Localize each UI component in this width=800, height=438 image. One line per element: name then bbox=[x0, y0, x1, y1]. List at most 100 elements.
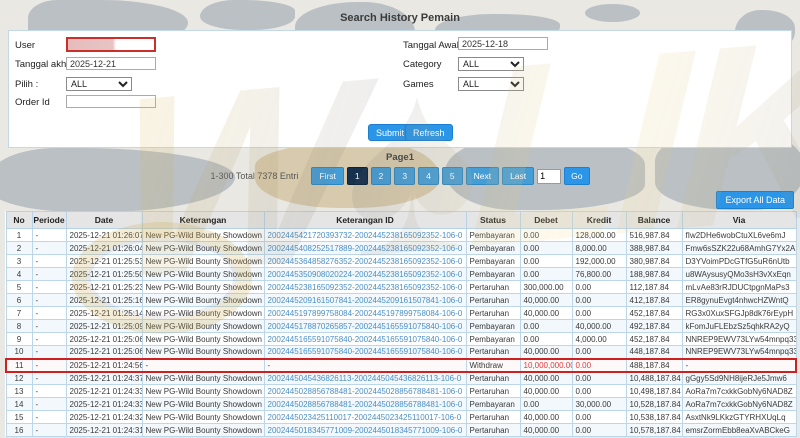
cell-debet: 40,000.00 bbox=[519, 384, 573, 398]
page-button-1[interactable]: 1 bbox=[346, 167, 368, 185]
col-header-status: Status bbox=[465, 211, 521, 229]
cell-debet: 300,000.00 bbox=[519, 280, 573, 294]
order-id-input[interactable] bbox=[66, 95, 156, 108]
cell-debet: 0.00 bbox=[519, 332, 573, 346]
cell-keterangan: New PG-Wild Bounty Showdown bbox=[141, 306, 265, 320]
cell-debet: 40,000.00 bbox=[519, 410, 573, 424]
cell-debet: 40,000.00 bbox=[519, 371, 573, 385]
cell-keterangan-id[interactable]: 2002445350908020224-2002445238165092352-… bbox=[263, 267, 467, 281]
user-input[interactable] bbox=[66, 37, 156, 52]
cell-keterangan-id[interactable]: 2002445178870265857-2002445165591075840-… bbox=[263, 319, 467, 333]
cell-debet: 40,000.00 bbox=[519, 345, 573, 359]
tanggal-awal-label: Tanggal Awal bbox=[403, 40, 459, 51]
cell-date: 2025-12-21 01:24:31 bbox=[65, 423, 143, 437]
page-button-4[interactable]: 4 bbox=[418, 167, 439, 185]
cell-date: 2025-12-21 01:26:04 bbox=[65, 241, 143, 255]
table-row: 1-2025-12-21 01:26:07 New PG-Wild Bounty … bbox=[5, 228, 797, 242]
cell-keterangan-id[interactable]: 2002445238165092352-2002445238165092352-… bbox=[263, 280, 467, 294]
table-row: 9-2025-12-21 01:25:06 New PG-Wild Bounty … bbox=[5, 332, 797, 346]
cell-status: Pertaruhan bbox=[465, 306, 521, 320]
pagination-bar: 1-300 Total 7378 Entri First 1 2 3 4 5 Next Las… bbox=[0, 167, 800, 185]
cell-via: mLvAe83rRJDUCtpgnMaPs3 bbox=[681, 280, 797, 294]
col-header-kredit: Kredit bbox=[571, 211, 627, 229]
cell-no: 2 bbox=[5, 241, 33, 255]
games-select[interactable]: ALL bbox=[458, 77, 524, 91]
cell-debet: 0.00 bbox=[519, 267, 573, 281]
tanggal-akhir-input[interactable] bbox=[66, 57, 156, 70]
cell-debet: 0.00 bbox=[519, 228, 573, 242]
cell-status: Pertaruhan bbox=[465, 423, 521, 437]
order-id-label: Order Id bbox=[15, 97, 50, 108]
pilih-label: Pilih : bbox=[15, 79, 39, 90]
cell-via: RG3x0XuxSFGJp8dk76rEypH bbox=[681, 306, 797, 320]
cell-kredit: 0.00 bbox=[571, 423, 627, 437]
cell-keterangan: New PG-Wild Bounty Showdown bbox=[141, 254, 265, 268]
cell-periode: - bbox=[31, 319, 67, 333]
cell-debet: 0.00 bbox=[519, 241, 573, 255]
cell-status: Pertaruhan bbox=[465, 293, 521, 307]
cell-via: kFomJuFLEbzSz5qhkRA2yQ bbox=[681, 319, 797, 333]
cell-balance: 488,187.84 bbox=[625, 357, 683, 373]
cell-balance: 452,187.84 bbox=[625, 332, 683, 346]
cell-keterangan: New PG-Wild Bounty Showdown bbox=[141, 410, 265, 424]
cell-keterangan-id[interactable]: 2002445421720393732-2002445238165092352-… bbox=[263, 228, 467, 242]
goto-page-input[interactable] bbox=[537, 168, 562, 184]
refresh-button[interactable]: Refresh bbox=[405, 124, 453, 141]
page-button-first[interactable]: First bbox=[311, 167, 344, 185]
cell-keterangan-id[interactable]: 2002445165591075840-2002445165591075840-… bbox=[263, 345, 467, 359]
cell-keterangan-id[interactable]: 2002445028856788481-2002445028856788481-… bbox=[263, 384, 467, 398]
table-row: 5-2025-12-21 01:25:23 New PG-Wild Bounty … bbox=[5, 280, 797, 294]
cell-no: 14 bbox=[5, 397, 33, 411]
cell-keterangan-id[interactable]: 2002445408252517889-2002445238165092352-… bbox=[263, 241, 467, 255]
cell-date: 2025-12-21 01:25:50 bbox=[65, 267, 143, 281]
page-button-5[interactable]: 5 bbox=[441, 167, 463, 185]
cell-via: NNREP9EWV73LYw54mnpq33 bbox=[681, 332, 797, 346]
cell-kredit: 30,000.00 bbox=[571, 397, 627, 411]
cell-kredit: 0.00 bbox=[571, 384, 627, 398]
cell-no: 11 bbox=[5, 357, 33, 373]
export-all-data-button[interactable]: Export All Data bbox=[716, 191, 794, 209]
tanggal-awal-input[interactable] bbox=[458, 37, 548, 50]
cell-keterangan-id[interactable]: 2002445018345771009-2002445018345771009-… bbox=[263, 423, 467, 437]
cell-keterangan-id[interactable]: 2002445023425110017-2002445023425110017-… bbox=[263, 410, 467, 424]
search-form-panel: User Tanggal akhir Pilih : ALL Order Id … bbox=[8, 30, 792, 148]
table-row: 14-2025-12-21 01:24:33 New PG-Wild Bounty… bbox=[5, 397, 797, 411]
pilih-select[interactable]: ALL bbox=[66, 77, 132, 91]
cell-keterangan: New PG-Wild Bounty Showdown bbox=[141, 293, 265, 307]
page-button-2[interactable]: 2 bbox=[370, 167, 392, 185]
cell-keterangan-id[interactable]: 2002445197899758084-2002445197899758084-… bbox=[263, 306, 467, 320]
cell-keterangan-id[interactable]: 2002445045436826113-2002445045436826113-… bbox=[263, 371, 467, 385]
cell-kredit: 0.00 bbox=[571, 371, 627, 385]
cell-date: 2025-12-21 01:25:23 bbox=[65, 280, 143, 294]
table-row: 10-2025-12-21 01:25:06 New PG-Wild Bounty… bbox=[5, 345, 797, 359]
cell-kredit: 4,000.00 bbox=[571, 332, 627, 346]
cell-via: gGgy5Sd9NH8ijeRJe5Jmw6 bbox=[681, 371, 797, 385]
cell-keterangan: New PG-Wild Bounty Showdown bbox=[141, 228, 265, 242]
cell-no: 9 bbox=[5, 332, 33, 346]
go-button[interactable]: Go bbox=[564, 167, 590, 185]
page-button-last[interactable]: Last bbox=[502, 167, 535, 185]
table-row: 12-2025-12-21 01:24:37 New PG-Wild Bounty… bbox=[5, 371, 797, 385]
cell-keterangan: New PG-Wild Bounty Showdown bbox=[141, 332, 265, 346]
cell-debet: 0.00 bbox=[519, 397, 573, 411]
cell-debet: 0.00 bbox=[519, 319, 573, 333]
page-button-3[interactable]: 3 bbox=[394, 167, 416, 185]
cell-keterangan-id[interactable]: 2002445364858276352-2002445238165092352-… bbox=[263, 254, 467, 268]
cell-periode: - bbox=[31, 397, 67, 411]
cell-via: NNREP9EWV73LYw54mnpq33 bbox=[681, 345, 797, 359]
cell-via: u8WAysusyQMo3sH3vXxEqn bbox=[681, 267, 797, 281]
cell-keterangan-id[interactable]: 2002445209161507841-2002445209161507841-… bbox=[263, 293, 467, 307]
table-row: 7-2025-12-21 01:25:14 New PG-Wild Bounty … bbox=[5, 306, 797, 320]
category-select[interactable]: ALL bbox=[458, 57, 524, 71]
cell-keterangan-id[interactable]: 2002445028856788481-2002445028856788481-… bbox=[263, 397, 467, 411]
cell-keterangan: New PG-Wild Bounty Showdown bbox=[141, 241, 265, 255]
page-button-next[interactable]: Next bbox=[465, 167, 500, 185]
tanggal-akhir-label: Tanggal akhir bbox=[15, 59, 72, 70]
col-header-no: No bbox=[5, 211, 33, 229]
cell-status: Pembayaran bbox=[465, 332, 521, 346]
table-row: 13-2025-12-21 01:24:33 New PG-Wild Bounty… bbox=[5, 384, 797, 398]
cell-date: 2025-12-21 01:25:06 bbox=[65, 332, 143, 346]
cell-no: 10 bbox=[5, 345, 33, 359]
cell-balance: 492,187.84 bbox=[625, 319, 683, 333]
cell-keterangan-id[interactable]: 2002445165591075840-2002445165591075840-… bbox=[263, 332, 467, 346]
